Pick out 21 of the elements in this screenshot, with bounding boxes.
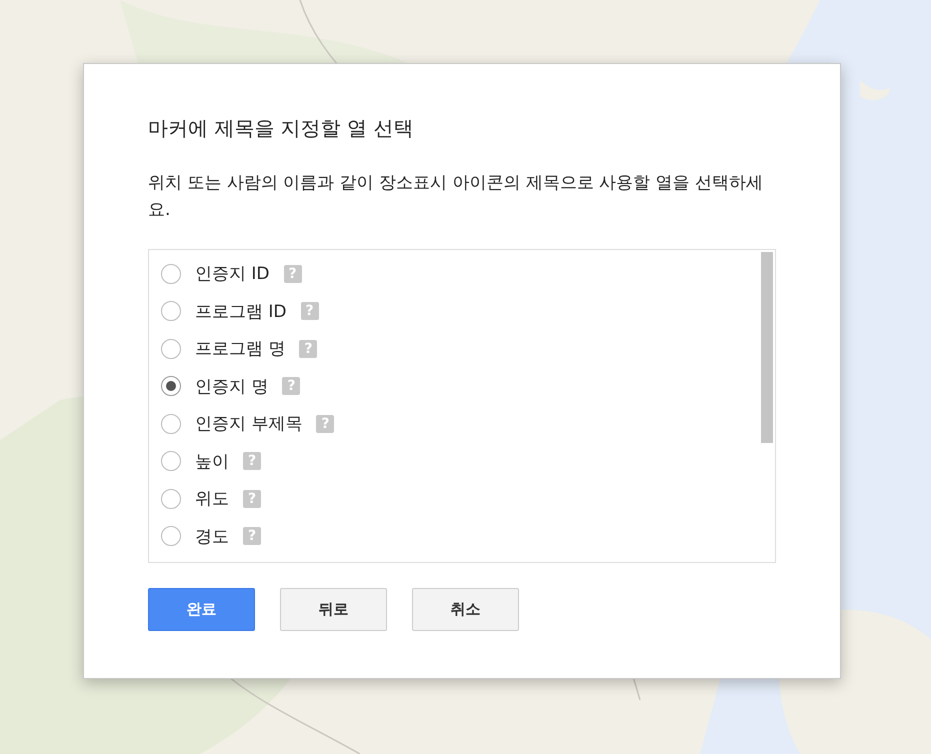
radio-button[interactable] <box>161 301 181 322</box>
radio-button[interactable] <box>161 414 181 434</box>
option-label[interactable]: 위도 <box>195 487 229 510</box>
radio-button[interactable] <box>161 376 181 396</box>
option-label[interactable]: 높이 <box>195 450 229 473</box>
dialog-title: 마커에 제목을 지정할 열 선택 <box>148 115 414 142</box>
radio-button[interactable] <box>161 526 181 546</box>
option-label[interactable]: 프로그램 ID <box>195 300 287 323</box>
dialog-description: 위치 또는 사람의 이름과 같이 장소표시 아이콘의 제목으로 사용할 열을 선택하세요. <box>148 172 764 222</box>
option-label[interactable]: 프로그램 명 <box>195 337 286 360</box>
radio-button[interactable] <box>161 488 181 509</box>
scrollbar[interactable] <box>761 252 773 443</box>
dialog-button[interactable]: 뒤로 <box>280 588 387 631</box>
option-label[interactable]: 경도 <box>195 524 229 548</box>
radio-button[interactable] <box>161 264 181 284</box>
dialog-button[interactable]: 취소 <box>412 588 519 631</box>
radio-button[interactable] <box>161 338 181 359</box>
radio-button[interactable] <box>161 451 181 472</box>
option-label[interactable]: 인증지 ID <box>195 262 270 286</box>
option-label[interactable]: 인증지 명 <box>195 374 268 398</box>
option-label[interactable]: 인증지 부제목 <box>195 412 302 436</box>
